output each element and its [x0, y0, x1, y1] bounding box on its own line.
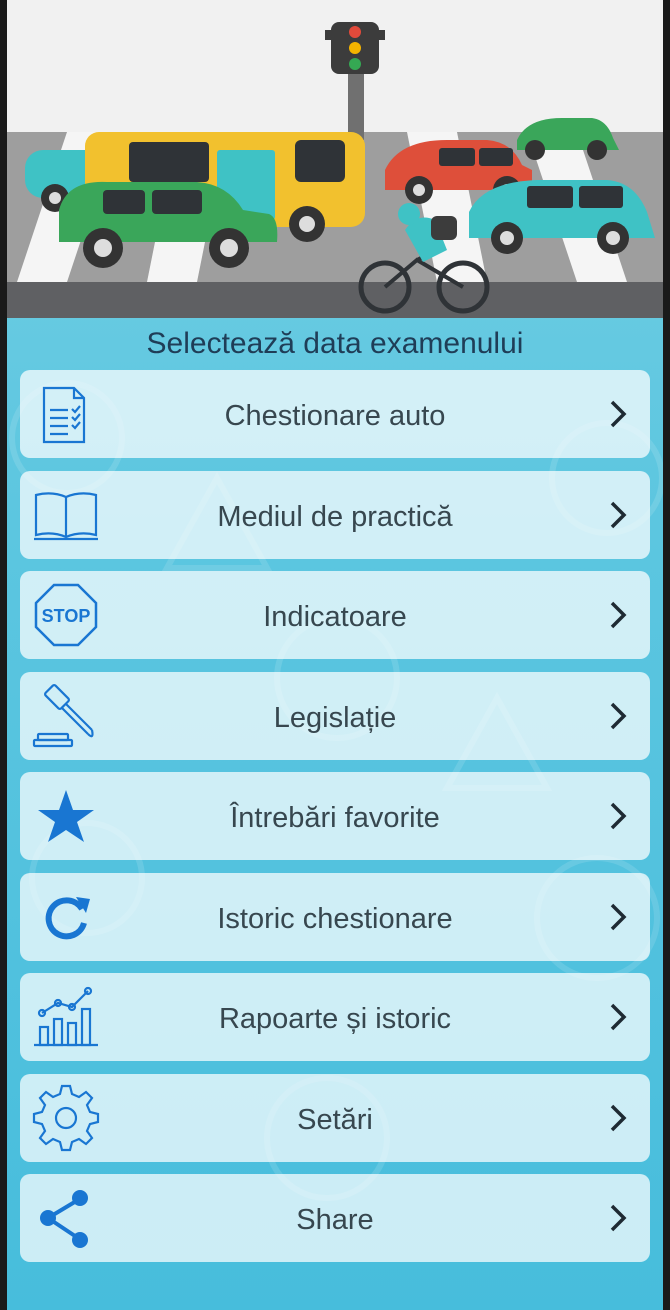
chevron-right-icon [608, 800, 628, 832]
menu-label: Rapoarte și istoric [218, 1003, 452, 1035]
menu-item-intrebari-favorite[interactable]: Întrebări favorite [20, 772, 650, 860]
app-screen: Selectează data examenului Chestionare a… [7, 0, 663, 1310]
menu-item-indicatoare[interactable]: STOP Indicatoare [20, 571, 650, 659]
chevron-right-icon [608, 398, 628, 430]
star-icon [32, 782, 100, 850]
stop-sign-icon: STOP [32, 581, 100, 649]
menu-label: Indicatoare [263, 601, 407, 633]
chevron-right-icon [608, 499, 628, 531]
chevron-right-icon [608, 700, 628, 732]
menu-label: Setări [297, 1103, 373, 1136]
menu-label: Legislație [273, 701, 397, 734]
refresh-icon [32, 883, 100, 951]
share-icon [32, 1184, 100, 1252]
hero-illustration [7, 0, 663, 318]
menu-item-chestionare-auto[interactable]: Chestionare auto [20, 370, 650, 458]
menu-label: Istoric chestionare [217, 902, 453, 935]
main-menu: Chestionare auto Mediul de practică STOP… [20, 370, 650, 1275]
gear-icon [32, 1084, 100, 1152]
menu-label: Mediul de practică [217, 500, 453, 533]
gavel-icon [32, 682, 100, 750]
stop-sign-text: STOP [42, 606, 91, 626]
chevron-right-icon [608, 599, 628, 631]
open-book-icon [32, 481, 100, 549]
menu-item-mediul-de-practica[interactable]: Mediul de practică [20, 470, 650, 559]
chevron-right-icon [608, 1202, 628, 1234]
menu-item-legislatie[interactable]: Legislație [20, 671, 650, 760]
menu-label: Chestionare auto [224, 400, 446, 432]
chevron-right-icon [608, 1001, 628, 1033]
menu-label: Întrebări favorite [230, 802, 440, 834]
menu-item-share[interactable]: Share [20, 1174, 650, 1262]
menu-item-istoric-chestionare[interactable]: Istoric chestionare [20, 872, 650, 961]
menu-item-rapoarte-si-istoric[interactable]: Rapoarte și istoric [20, 973, 650, 1061]
document-checklist-icon [32, 380, 100, 448]
chevron-right-icon [608, 1102, 628, 1134]
chart-icon [32, 983, 100, 1051]
page-heading: Selectează data examenului [146, 327, 524, 360]
menu-label: Share [296, 1204, 374, 1236]
menu-item-setari[interactable]: Setări [20, 1073, 650, 1162]
chevron-right-icon [608, 901, 628, 933]
